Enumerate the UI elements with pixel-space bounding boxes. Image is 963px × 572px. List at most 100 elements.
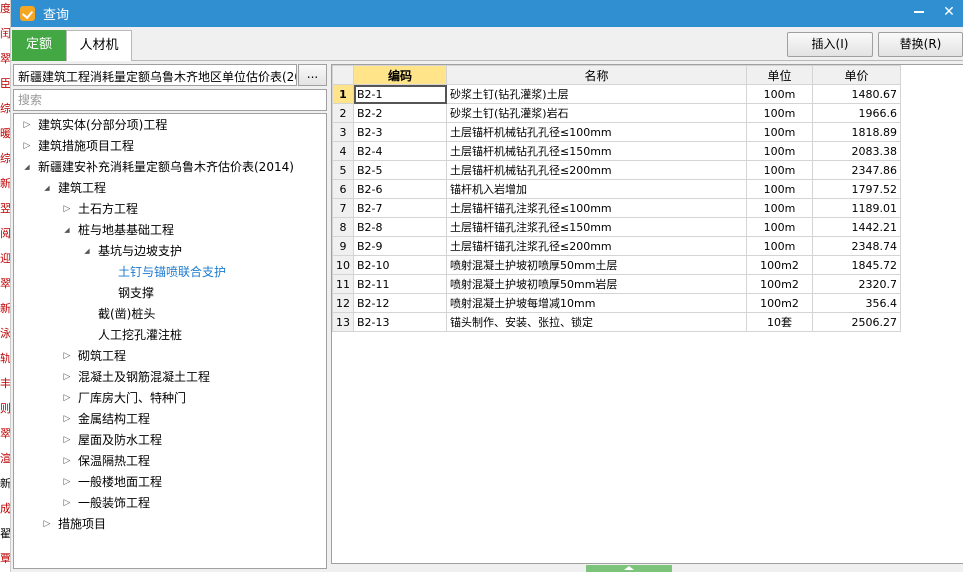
row-number-cell[interactable]: 2 (332, 103, 354, 123)
close-button[interactable]: ✕ (941, 3, 957, 21)
row-number-cell[interactable]: 6 (332, 179, 354, 199)
row-number-cell[interactable]: 8 (332, 217, 354, 237)
table-row[interactable]: 11 B2-11 喷射混凝土护坡初喷厚50mm岩层 100m2 2320.7 (332, 274, 901, 294)
replace-button[interactable]: 替换(R) (878, 32, 963, 57)
tree-node[interactable]: ◢ 建筑工程 (40, 178, 106, 198)
price-cell[interactable]: 2347.86 (812, 160, 901, 180)
code-cell[interactable]: B2-9 (353, 236, 447, 256)
name-cell[interactable]: 锚杆机入岩增加 (446, 179, 747, 199)
price-cell[interactable]: 2320.7 (812, 274, 901, 294)
tree-node[interactable]: ◢ 基坑与边坡支护 (80, 241, 182, 261)
tree-node[interactable]: ▷ 一般楼地面工程 (60, 472, 162, 492)
name-cell[interactable]: 土层锚杆锚孔注浆孔径≤100mm (446, 198, 747, 218)
collapse-arrow-icon[interactable]: ◢ (20, 157, 34, 177)
code-cell[interactable]: B2-1 (353, 84, 447, 104)
tree-node[interactable]: ▷ 建筑实体(分部分项)工程 (20, 115, 168, 135)
expand-arrow-icon[interactable]: ▷ (60, 493, 74, 513)
code-cell[interactable]: B2-8 (353, 217, 447, 237)
name-cell[interactable]: 土层锚杆锚孔注浆孔径≤200mm (446, 236, 747, 256)
tree-node[interactable]: 钢支撑 (100, 283, 154, 303)
expand-arrow-icon[interactable]: ▷ (20, 136, 34, 156)
unit-cell[interactable]: 100m2 (746, 255, 813, 275)
price-cell[interactable]: 2506.27 (812, 312, 901, 332)
unit-cell[interactable]: 100m (746, 141, 813, 161)
name-cell[interactable]: 喷射混凝土护坡每增减10mm (446, 293, 747, 313)
name-cell[interactable]: 锚头制作、安装、张拉、锁定 (446, 312, 747, 332)
collapse-arrow-icon[interactable]: ◢ (80, 241, 94, 261)
tree-node[interactable]: ▷ 一般装饰工程 (60, 493, 150, 513)
expand-arrow-icon[interactable]: ▷ (60, 409, 74, 429)
column-header-name[interactable]: 名称 (446, 65, 747, 85)
tree-node[interactable]: ▷ 金属结构工程 (60, 409, 150, 429)
table-row[interactable]: 10 B2-10 喷射混凝土护坡初喷厚50mm土层 100m2 1845.72 (332, 255, 901, 275)
search-input[interactable] (13, 89, 327, 111)
row-number-cell[interactable]: 5 (332, 160, 354, 180)
tree-node[interactable]: ▷ 厂库房大门、特种门 (60, 388, 186, 408)
collapse-arrow-icon[interactable]: ◢ (60, 220, 74, 240)
unit-cell[interactable]: 100m (746, 236, 813, 256)
price-cell[interactable]: 1442.21 (812, 217, 901, 237)
tree-node[interactable]: ▷ 混凝土及钢筋混凝土工程 (60, 367, 210, 387)
unit-cell[interactable]: 100m2 (746, 274, 813, 294)
table-row[interactable]: 9 B2-9 土层锚杆锚孔注浆孔径≤200mm 100m 2348.74 (332, 236, 901, 256)
minimize-button[interactable] (911, 3, 927, 21)
insert-button[interactable]: 插入(I) (787, 32, 873, 57)
code-cell[interactable]: B2-7 (353, 198, 447, 218)
table-row[interactable]: 1 B2-1 砂浆土钉(钻孔灌浆)土层 100m 1480.67 (332, 84, 901, 104)
name-cell[interactable]: 土层锚杆锚孔注浆孔径≤150mm (446, 217, 747, 237)
tree-node[interactable]: ▷ 保温隔热工程 (60, 451, 150, 471)
price-cell[interactable]: 1797.52 (812, 179, 901, 199)
row-number-cell[interactable]: 1 (332, 84, 354, 104)
column-header-price[interactable]: 单价 (812, 65, 901, 85)
column-header-code[interactable]: 编码 (353, 65, 447, 85)
unit-cell[interactable]: 100m2 (746, 293, 813, 313)
tree-node[interactable]: ▷ 土石方工程 (60, 199, 138, 219)
collapse-arrow-icon[interactable]: ◢ (40, 178, 54, 198)
expand-handle[interactable] (586, 565, 672, 572)
code-cell[interactable]: B2-5 (353, 160, 447, 180)
tree-node[interactable]: ▷ 砌筑工程 (60, 346, 126, 366)
name-cell[interactable]: 砂浆土钉(钻孔灌浆)土层 (446, 84, 747, 104)
row-number-cell[interactable]: 7 (332, 198, 354, 218)
row-number-cell[interactable]: 3 (332, 122, 354, 142)
expand-arrow-icon[interactable]: ▷ (60, 199, 74, 219)
table-row[interactable]: 4 B2-4 土层锚杆机械钻孔孔径≤150mm 100m 2083.38 (332, 141, 901, 161)
code-cell[interactable]: B2-11 (353, 274, 447, 294)
code-cell[interactable]: B2-10 (353, 255, 447, 275)
code-cell[interactable]: B2-2 (353, 103, 447, 123)
tree-node[interactable]: 截(凿)桩头 (80, 304, 155, 324)
tab-quota[interactable]: 定额 (12, 30, 66, 61)
column-header-unit[interactable]: 单位 (746, 65, 813, 85)
name-cell[interactable]: 砂浆土钉(钻孔灌浆)岩石 (446, 103, 747, 123)
tree-node[interactable]: ◢ 桩与地基基础工程 (60, 220, 174, 240)
row-number-cell[interactable]: 13 (332, 312, 354, 332)
table-row[interactable]: 3 B2-3 土层锚杆机械钻孔孔径≤100mm 100m 1818.89 (332, 122, 901, 142)
code-cell[interactable]: B2-6 (353, 179, 447, 199)
price-cell[interactable]: 1966.6 (812, 103, 901, 123)
unit-cell[interactable]: 10套 (746, 312, 813, 332)
table-row[interactable]: 2 B2-2 砂浆土钉(钻孔灌浆)岩石 100m 1966.6 (332, 103, 901, 123)
unit-cell[interactable]: 100m (746, 122, 813, 142)
code-cell[interactable]: B2-12 (353, 293, 447, 313)
table-row[interactable]: 5 B2-5 土层锚杆机械钻孔孔径≤200mm 100m 2347.86 (332, 160, 901, 180)
unit-cell[interactable]: 100m (746, 198, 813, 218)
expand-arrow-icon[interactable]: ▷ (60, 346, 74, 366)
price-cell[interactable]: 356.4 (812, 293, 901, 313)
unit-cell[interactable]: 100m (746, 103, 813, 123)
name-cell[interactable]: 土层锚杆机械钻孔孔径≤200mm (446, 160, 747, 180)
table-row[interactable]: 13 B2-13 锚头制作、安装、张拉、锁定 10套 2506.27 (332, 312, 901, 332)
name-cell[interactable]: 土层锚杆机械钻孔孔径≤150mm (446, 141, 747, 161)
tree-node[interactable]: ▷ 屋面及防水工程 (60, 430, 162, 450)
unit-cell[interactable]: 100m (746, 160, 813, 180)
price-cell[interactable]: 1845.72 (812, 255, 901, 275)
table-row[interactable]: 12 B2-12 喷射混凝土护坡每增减10mm 100m2 356.4 (332, 293, 901, 313)
name-cell[interactable]: 喷射混凝土护坡初喷厚50mm土层 (446, 255, 747, 275)
table-row[interactable]: 7 B2-7 土层锚杆锚孔注浆孔径≤100mm 100m 1189.01 (332, 198, 901, 218)
code-cell[interactable]: B2-4 (353, 141, 447, 161)
name-cell[interactable]: 土层锚杆机械钻孔孔径≤100mm (446, 122, 747, 142)
unit-cell[interactable]: 100m (746, 217, 813, 237)
tree-node[interactable]: ▷ 措施项目 (40, 514, 106, 534)
tree-node[interactable]: ◢ 新疆建安补充消耗量定额乌鲁木齐估价表(2014) (20, 157, 294, 177)
table-row[interactable]: 8 B2-8 土层锚杆锚孔注浆孔径≤150mm 100m 1442.21 (332, 217, 901, 237)
unit-cell[interactable]: 100m (746, 84, 813, 104)
